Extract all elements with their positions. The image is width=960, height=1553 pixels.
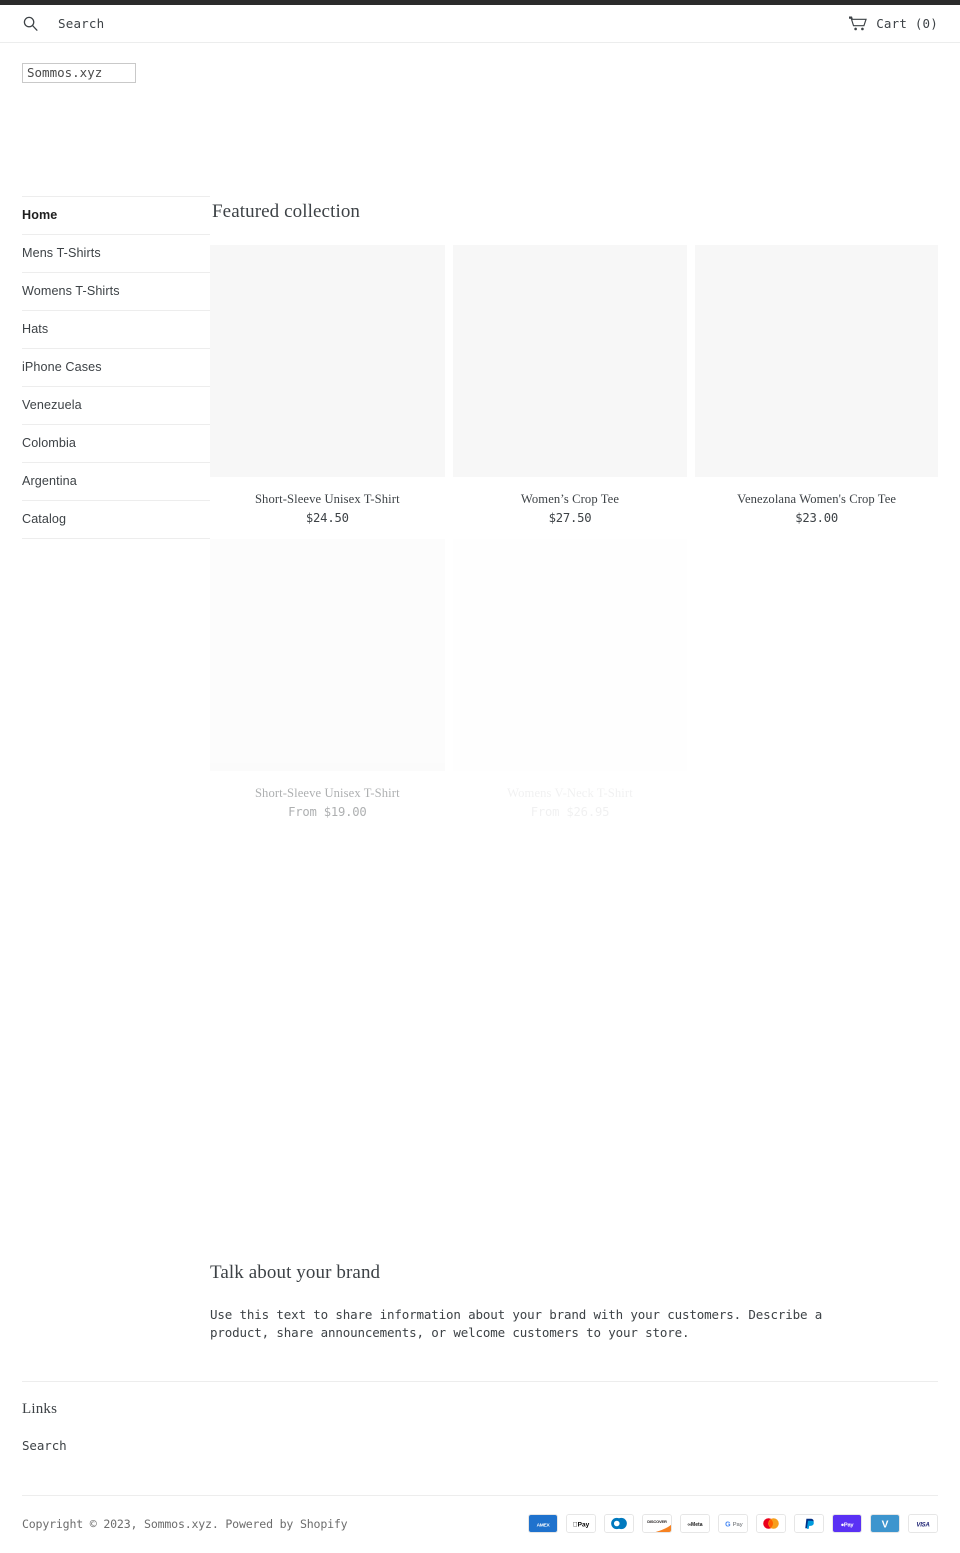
sidebar-item-venezuela[interactable]: Venezuela bbox=[22, 387, 210, 425]
visa-icon: VISA bbox=[908, 1514, 938, 1533]
product-grid: Short-Sleeve Unisex T-Shirt $24.50 Women’s… bbox=[210, 245, 938, 833]
mastercard-icon bbox=[756, 1514, 786, 1533]
footer-bottom-bar: Copyright © 2023, Sommos.xyz. Powered by… bbox=[22, 1495, 938, 1533]
product-card[interactable]: Venezolana Women's Crop Tee $23.00 bbox=[695, 245, 938, 526]
brand-section: Talk about your brand Use this text to s… bbox=[210, 1262, 938, 1341]
product-image[interactable] bbox=[452, 539, 688, 771]
sidebar-item-home[interactable]: Home bbox=[22, 197, 210, 235]
shopping-cart-icon[interactable] bbox=[848, 16, 868, 31]
product-title[interactable]: Venezolana Women's Crop Tee bbox=[695, 491, 938, 507]
product-title[interactable]: Short-Sleeve Unisex T-Shirt bbox=[210, 491, 445, 507]
american-express-icon: AMEX bbox=[528, 1514, 558, 1533]
svg-text:VISA: VISA bbox=[916, 1522, 929, 1528]
product-image[interactable] bbox=[210, 539, 445, 771]
page-title: Featured collection bbox=[212, 201, 361, 222]
meta-pay-icon: ∞Meta bbox=[680, 1514, 710, 1533]
svg-text:∞Meta: ∞Meta bbox=[687, 1522, 702, 1528]
site-header: Search Cart (0) bbox=[0, 5, 960, 43]
brand-description: Use this text to share information about… bbox=[210, 1307, 823, 1340]
site-footer: Links Search Copyright © 2023, Sommos.xy… bbox=[0, 1381, 960, 1533]
search-label[interactable]: Search bbox=[58, 16, 104, 31]
search-link[interactable]: Search bbox=[22, 15, 104, 32]
sidebar-item-mens-t-shirts[interactable]: Mens T-Shirts bbox=[22, 235, 210, 273]
discover-icon: DISCOVER bbox=[642, 1514, 672, 1533]
footer-link-search[interactable]: Search bbox=[22, 1438, 938, 1453]
product-price: $23.00 bbox=[795, 511, 839, 525]
product-image[interactable] bbox=[695, 245, 938, 477]
sidebar-item-iphone-cases[interactable]: iPhone Cases bbox=[22, 349, 210, 387]
site-logo[interactable]: Sommos.xyz bbox=[22, 62, 136, 83]
footer-link-list: Search bbox=[22, 1438, 938, 1453]
product-card[interactable]: Women’s Crop Tee $27.50 bbox=[452, 245, 696, 526]
svg-text:V: V bbox=[882, 1520, 889, 1531]
footer-links-heading: Links bbox=[22, 1401, 58, 1417]
product-image[interactable] bbox=[210, 245, 445, 477]
page-body: Home Mens T-Shirts Womens T-Shirts Hats iPho… bbox=[0, 196, 960, 833]
svg-text:●Pay: ●Pay bbox=[841, 1522, 855, 1528]
product-title[interactable]: Women’s Crop Tee bbox=[453, 491, 688, 507]
brand-heading: Talk about your brand bbox=[210, 1262, 381, 1283]
sidebar-item-womens-t-shirts[interactable]: Womens T-Shirts bbox=[22, 273, 210, 311]
apple-pay-icon: Pay bbox=[566, 1514, 596, 1533]
footer-links-block: Links Search bbox=[22, 1381, 938, 1453]
sidebar-navigation: Home Mens T-Shirts Womens T-Shirts Hats iPho… bbox=[0, 196, 210, 539]
paypal-icon bbox=[794, 1514, 824, 1533]
product-card[interactable]: Short-Sleeve Unisex T-Shirt $24.50 bbox=[210, 245, 453, 526]
sidebar-item-catalog[interactable]: Catalog bbox=[22, 501, 210, 539]
nav-list: Home Mens T-Shirts Womens T-Shirts Hats iPho… bbox=[22, 196, 210, 539]
svg-text:G: G bbox=[725, 1521, 731, 1528]
sidebar-item-argentina[interactable]: Argentina bbox=[22, 463, 210, 501]
product-card[interactable]: Womens V-Neck T-Shirt From $26.95 bbox=[452, 539, 696, 820]
svg-text:DISCOVER: DISCOVER bbox=[647, 1519, 667, 1524]
product-price: From $19.00 bbox=[288, 805, 367, 819]
product-card[interactable]: Short-Sleeve Unisex T-Shirt From $19.00 bbox=[210, 539, 453, 820]
svg-text:Pay: Pay bbox=[733, 1522, 743, 1528]
shop-pay-icon: ●Pay bbox=[832, 1514, 862, 1533]
product-title[interactable]: Short-Sleeve Unisex T-Shirt bbox=[210, 785, 445, 801]
cart-link[interactable]: Cart (0) bbox=[848, 16, 938, 31]
product-price: $27.50 bbox=[548, 511, 592, 525]
cart-label[interactable]: Cart (0) bbox=[876, 16, 938, 31]
svg-text:Pay: Pay bbox=[573, 1522, 590, 1529]
diners-club-icon bbox=[604, 1514, 634, 1533]
logo-alt-text[interactable]: Sommos.xyz bbox=[22, 63, 136, 83]
venmo-icon: V bbox=[870, 1514, 900, 1533]
sidebar-item-hats[interactable]: Hats bbox=[22, 311, 210, 349]
search-icon[interactable] bbox=[22, 15, 39, 32]
product-price: $24.50 bbox=[305, 511, 349, 525]
svg-text:AMEX: AMEX bbox=[537, 1522, 551, 1528]
google-pay-icon: G Pay bbox=[718, 1514, 748, 1533]
copyright-text: Copyright © 2023, Sommos.xyz. Powered by… bbox=[22, 1516, 348, 1531]
product-title[interactable]: Womens V-Neck T-Shirt bbox=[453, 785, 688, 801]
main-content: Featured collection Short-Sleeve Unisex … bbox=[210, 196, 960, 833]
product-price: From $26.95 bbox=[530, 805, 610, 819]
product-image[interactable] bbox=[452, 245, 688, 477]
sidebar-item-colombia[interactable]: Colombia bbox=[22, 425, 210, 463]
payment-methods-list: AMEX Pay DISCOVER ∞Meta GPay ●Pay V VISA bbox=[528, 1514, 938, 1533]
